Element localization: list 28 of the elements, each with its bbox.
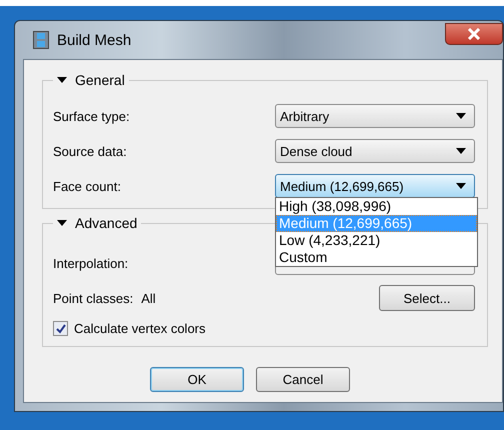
close-button[interactable]: [445, 23, 503, 45]
dialog-button[interactable]: OK: [150, 367, 244, 392]
field-label: Point classes:: [53, 290, 134, 306]
select-button[interactable]: Select...: [379, 285, 475, 311]
dropdown-option[interactable]: Low (4,233,221): [276, 232, 477, 249]
field-label: Source data:: [53, 144, 127, 158]
close-icon: [467, 28, 481, 40]
caret-icon: [456, 183, 466, 189]
collapse-arrow-icon[interactable]: [57, 219, 67, 227]
field-label: Face count:: [53, 178, 121, 194]
caret-icon: [456, 113, 466, 119]
dropdown[interactable]: Arbitrary: [275, 104, 475, 128]
checkbox-label: Calculate vertex colors: [74, 321, 206, 336]
group-title: General: [75, 72, 125, 88]
field-label: Interpolation:: [53, 256, 128, 270]
dropdown[interactable]: Medium (12,699,665): [275, 174, 475, 198]
window-title: Build Mesh: [57, 32, 132, 48]
dropdown-option[interactable]: High (38,098,996): [276, 198, 477, 215]
caret-icon: [456, 148, 466, 154]
collapse-arrow-icon[interactable]: [57, 76, 67, 84]
dropdown[interactable]: Dense cloud: [275, 139, 475, 163]
dialog-button[interactable]: Cancel: [256, 367, 350, 392]
field-value: All: [141, 290, 156, 306]
dropdown-option[interactable]: Custom: [276, 249, 477, 266]
group-title: Advanced: [75, 215, 138, 231]
film-icon: [33, 31, 49, 49]
checkbox[interactable]: [53, 321, 68, 336]
field-label: Surface type:: [53, 108, 130, 124]
